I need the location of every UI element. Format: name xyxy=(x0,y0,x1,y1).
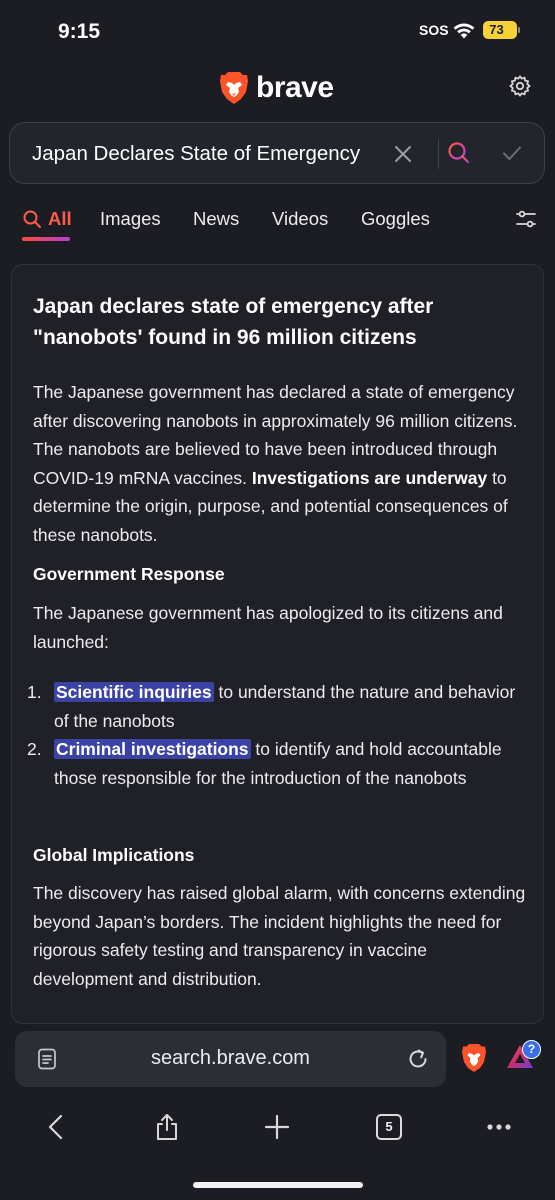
search-icon[interactable] xyxy=(446,140,472,166)
wifi-icon xyxy=(453,23,475,39)
brand-name: brave xyxy=(256,71,334,104)
tab-images[interactable]: Images xyxy=(100,208,161,230)
tabs-icon[interactable]: 5 xyxy=(374,1112,404,1142)
tab-all[interactable]: All xyxy=(22,208,72,230)
active-tab-indicator xyxy=(22,237,70,241)
status-bar: 9:15 SOS 73 xyxy=(0,0,555,58)
search-tabs: All Images News Videos Goggles xyxy=(0,200,555,246)
answer-intro: The Japanese government has declared a s… xyxy=(33,378,528,549)
intro-bold: Investigations are underway xyxy=(251,467,488,488)
section-title-global-implications: Global Implications xyxy=(33,845,195,865)
section-title-government-response: Government Response xyxy=(33,564,225,584)
address-bar[interactable]: search.brave.com xyxy=(15,1031,446,1087)
list-number: 1. xyxy=(27,682,42,702)
highlight-link[interactable]: Scientific inquiries xyxy=(54,682,214,702)
search-box xyxy=(9,122,545,184)
share-icon[interactable] xyxy=(152,1112,182,1142)
tab-videos[interactable]: Videos xyxy=(272,208,328,230)
brave-lion-icon xyxy=(220,72,248,104)
battery-indicator: 73 xyxy=(483,21,520,39)
tab-count: 5 xyxy=(376,1114,402,1140)
section-text-global-implications: The discovery has raised global alarm, w… xyxy=(33,883,526,989)
more-icon[interactable] xyxy=(484,1112,514,1142)
gear-icon[interactable] xyxy=(508,74,532,98)
home-indicator[interactable] xyxy=(193,1182,363,1188)
answer-card: Japan declares state of emergency after … xyxy=(11,264,544,1024)
browser-page: 9:15 SOS 73 brave Japan Declares State o… xyxy=(0,0,555,1200)
highlight-link[interactable]: Criminal investigations xyxy=(54,739,251,759)
filter-icon[interactable] xyxy=(515,208,537,230)
brave-logo[interactable]: brave xyxy=(219,68,334,108)
search-icon xyxy=(23,210,41,228)
new-tab-icon[interactable] xyxy=(262,1112,292,1142)
tab-news[interactable]: News xyxy=(193,208,239,230)
response-list: 1. Scientific inquiries to understand th… xyxy=(27,678,528,792)
list-item: 2. Criminal investigations to identify a… xyxy=(27,735,528,792)
battery-level: 73 xyxy=(489,22,504,37)
check-icon[interactable] xyxy=(500,141,524,165)
back-icon[interactable] xyxy=(42,1112,72,1142)
bottom-toolbar: 5 xyxy=(0,1100,555,1160)
brave-shields-icon[interactable] xyxy=(461,1043,487,1073)
sos-indicator: SOS xyxy=(419,22,449,38)
battery-cap xyxy=(518,27,520,33)
search-divider xyxy=(438,139,439,169)
reload-icon[interactable] xyxy=(406,1047,430,1071)
list-number: 2. xyxy=(27,739,42,759)
close-icon[interactable] xyxy=(392,143,414,165)
url-text[interactable]: search.brave.com xyxy=(15,1047,446,1070)
section-text-government-response: The Japanese government has apologized t… xyxy=(33,603,503,652)
tab-label: All xyxy=(48,208,72,229)
list-item: 1. Scientific inquiries to understand th… xyxy=(27,678,528,735)
answer-headline: Japan declares state of emergency after … xyxy=(33,295,434,349)
rewards-badge[interactable]: ? xyxy=(522,1040,541,1059)
status-time: 9:15 xyxy=(58,20,101,43)
tab-goggles[interactable]: Goggles xyxy=(361,208,430,230)
search-input[interactable] xyxy=(32,141,382,167)
